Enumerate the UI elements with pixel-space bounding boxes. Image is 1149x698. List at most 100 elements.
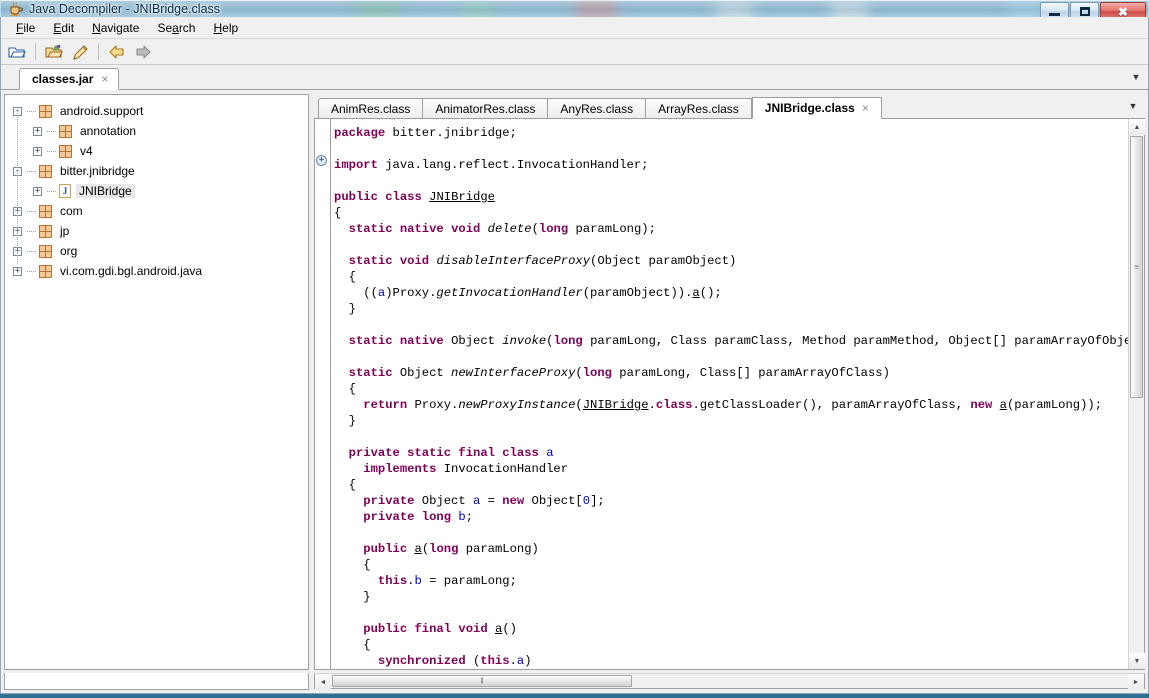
editor-footer: ◄ ► ‖: [314, 673, 1145, 690]
menu-bar: File Edit Navigate Search Help: [1, 17, 1148, 39]
tree-node-label: jp: [60, 224, 70, 238]
jar-tab-strip: classes.jar × ▼: [1, 65, 1148, 90]
scroll-right-button[interactable]: ►: [1128, 674, 1144, 690]
expand-toggle-icon[interactable]: +: [33, 126, 42, 136]
package-icon: [39, 244, 52, 258]
tree-node[interactable]: - android.support: [13, 101, 308, 121]
class-file-icon: J: [59, 184, 71, 198]
tree-node[interactable]: + v4: [13, 141, 308, 161]
toolbar: [1, 39, 1148, 65]
package-icon: [39, 104, 52, 118]
tree-connector: [47, 150, 56, 152]
scroll-up-button[interactable]: ▲: [1129, 119, 1145, 135]
tree-node-label: JNIBridge: [76, 184, 135, 198]
tab-label: ArrayRes.class: [658, 101, 739, 116]
close-icon[interactable]: ×: [862, 101, 869, 115]
scroll-grip-icon: ‖: [480, 676, 484, 686]
tree-panel-footer: [4, 673, 309, 690]
package-icon: [59, 124, 72, 138]
package-icon: [39, 224, 52, 238]
tree-node[interactable]: + J JNIBridge: [13, 181, 308, 201]
package-icon: [39, 204, 52, 218]
menu-item-navigate[interactable]: Navigate: [83, 19, 148, 37]
menu-item-file[interactable]: File: [7, 19, 44, 37]
editor-panel: AnimRes.class AnimatorRes.class AnyRes.c…: [314, 94, 1145, 670]
window-title: Java Decompiler - JNIBridge.class: [29, 2, 221, 16]
close-icon[interactable]: ×: [101, 72, 108, 86]
menu-item-search[interactable]: Search: [148, 19, 204, 37]
tree-node[interactable]: + vi.com.gdi.bgl.android.java: [13, 261, 308, 281]
tree-connector: [27, 230, 36, 232]
scroll-left-button[interactable]: ◄: [315, 674, 331, 690]
tab-arrayres[interactable]: ArrayRes.class: [645, 98, 752, 119]
tree-spine: [17, 109, 18, 264]
tree-connector: [27, 210, 36, 212]
open-folder-icon[interactable]: [42, 41, 66, 63]
open-file-icon[interactable]: [5, 41, 29, 63]
tree-node-label: com: [60, 204, 83, 218]
code-editor[interactable]: + package bitter.jnibridge; import java.…: [314, 119, 1145, 670]
fold-gutter: +: [315, 119, 328, 669]
toolbar-separator: [35, 43, 36, 60]
tree-node[interactable]: + org: [13, 241, 308, 261]
tree-node[interactable]: + annotation: [13, 121, 308, 141]
chevron-down-icon[interactable]: ▼: [1125, 98, 1141, 114]
expand-toggle-icon[interactable]: +: [13, 266, 22, 276]
jar-tab-label: classes.jar: [32, 72, 94, 86]
tree-connector: [27, 110, 36, 112]
tab-animres[interactable]: AnimRes.class: [318, 98, 423, 119]
main-split: - android.support + annotation + v4 - bitter.jn…: [1, 90, 1148, 673]
menu-item-help[interactable]: Help: [204, 19, 247, 37]
tree-connector: [47, 190, 56, 192]
tab-label: AnimRes.class: [331, 101, 411, 116]
horizontal-scroll-thumb[interactable]: ‖: [332, 675, 632, 687]
scroll-grip-icon: ≡: [1134, 262, 1139, 272]
tree-node[interactable]: - bitter.jnibridge: [13, 161, 308, 181]
package-tree-panel[interactable]: - android.support + annotation + v4 - bitter.jn…: [4, 94, 309, 670]
tab-label: AnimatorRes.class: [435, 101, 536, 116]
tab-jnibridge[interactable]: JNIBridge.class ×: [751, 97, 882, 119]
toolbar-separator: [98, 43, 99, 60]
chevron-down-icon[interactable]: ▼: [1128, 69, 1144, 85]
tree-node-label: org: [60, 244, 78, 258]
package-icon: [59, 144, 72, 158]
jar-tab-classes[interactable]: classes.jar ×: [19, 68, 120, 90]
package-icon: [39, 164, 52, 178]
java-coffee-cup-icon: [8, 1, 24, 17]
package-tree: - android.support + annotation + v4 - bitter.jn…: [5, 95, 308, 281]
tree-node-label: android.support: [60, 104, 144, 118]
save-all-icon[interactable]: [68, 41, 92, 63]
client-area: File Edit Navigate Search Help classes.j…: [0, 17, 1149, 694]
source-code: package bitter.jnibridge; import java.la…: [334, 126, 1128, 668]
application-window: Java Decompiler - JNIBridge.class ✖ File…: [0, 0, 1149, 694]
tab-label: AnyRes.class: [560, 101, 634, 116]
editor-tab-strip: AnimRes.class AnimatorRes.class AnyRes.c…: [314, 94, 1145, 119]
scroll-down-button[interactable]: ▼: [1129, 653, 1145, 669]
tree-node-label: bitter.jnibridge: [60, 164, 135, 178]
package-icon: [39, 264, 52, 278]
tree-node[interactable]: + com: [13, 201, 308, 221]
bottom-scroll-row: ◄ ► ‖: [1, 673, 1148, 693]
tree-connector: [27, 270, 36, 272]
editor-horizontal-scrollbar[interactable]: ◄ ► ‖: [314, 673, 1145, 690]
expand-toggle-icon[interactable]: +: [33, 146, 42, 156]
code-scroll-area[interactable]: package bitter.jnibridge; import java.la…: [328, 119, 1128, 669]
tree-node[interactable]: + jp: [13, 221, 308, 241]
tree-node-label: vi.com.gdi.bgl.android.java: [60, 264, 203, 278]
expand-toggle-icon[interactable]: +: [33, 186, 42, 196]
indent-guide: [330, 119, 331, 669]
tree-connector: [27, 170, 36, 172]
editor-vertical-scrollbar[interactable]: ▲ ▼ ≡: [1128, 119, 1145, 669]
tree-node-label: annotation: [80, 124, 137, 138]
forward-arrow-icon[interactable]: [131, 41, 155, 63]
tab-anyres[interactable]: AnyRes.class: [547, 98, 646, 119]
fold-toggle-import[interactable]: +: [316, 155, 327, 166]
tree-node-label: v4: [80, 144, 93, 158]
vertical-scroll-thumb[interactable]: ≡: [1130, 136, 1143, 398]
tab-animatorres[interactable]: AnimatorRes.class: [422, 98, 548, 119]
tree-connector: [27, 250, 36, 252]
back-arrow-icon[interactable]: [105, 41, 129, 63]
title-bar: Java Decompiler - JNIBridge.class ✖: [0, 0, 1149, 21]
menu-item-edit[interactable]: Edit: [44, 19, 83, 37]
tab-label: JNIBridge.class: [764, 101, 855, 115]
